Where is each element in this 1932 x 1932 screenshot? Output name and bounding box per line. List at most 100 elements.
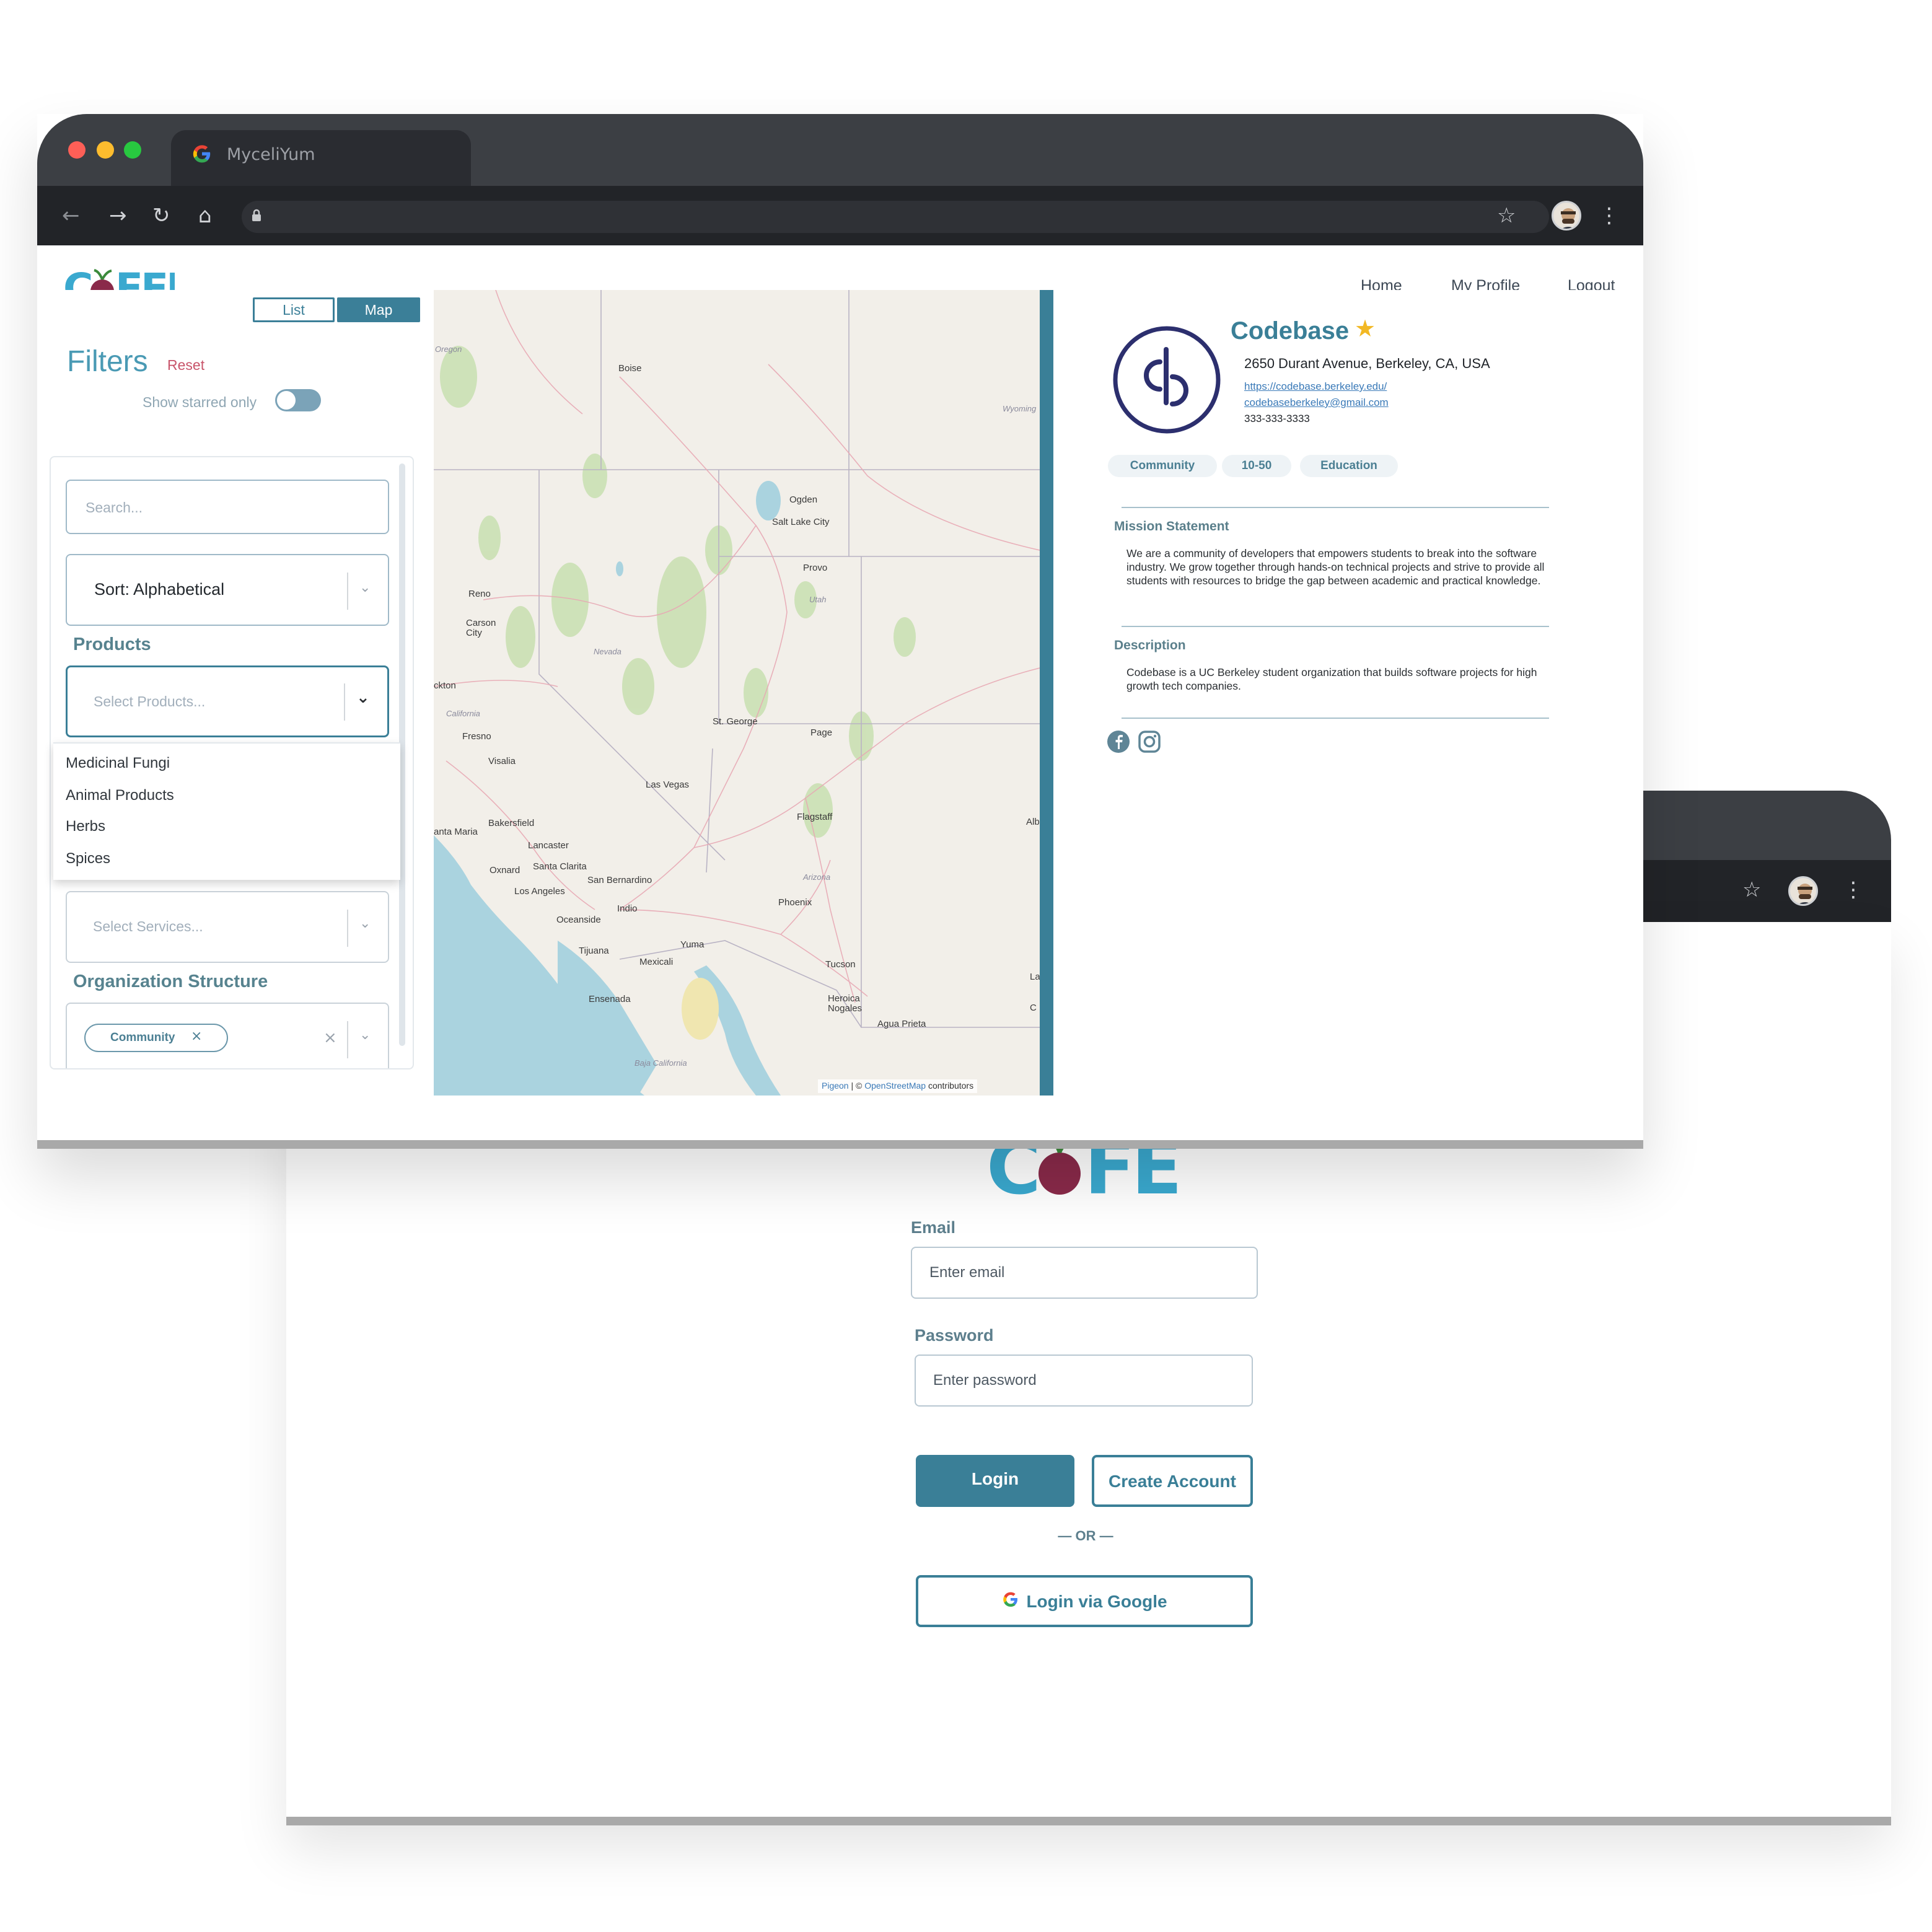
reload-icon[interactable]: ↻ [152, 203, 170, 228]
map-state-label: Arizona [803, 872, 831, 882]
forward-arrow-icon[interactable]: → [109, 203, 127, 228]
close-window-icon[interactable] [68, 141, 86, 159]
instagram-icon[interactable] [1138, 730, 1161, 756]
or-divider: — OR — [1058, 1528, 1113, 1543]
org-structure-select[interactable]: Community × × ⌄ [66, 1003, 389, 1068]
organization-email-link[interactable]: codebaseberkeley@gmail.com [1244, 397, 1389, 409]
google-login-button[interactable]: Login via Google [916, 1575, 1253, 1627]
browser-toolbar: ← → ↻ ⌂ ☆ ⋮ [37, 186, 1643, 245]
map-city-label: Salt Lake City [772, 517, 830, 527]
reset-filters-link[interactable]: Reset [167, 357, 204, 374]
filters-title: Filters [67, 345, 148, 378]
profile-avatar[interactable] [1788, 876, 1818, 906]
map-city-label: Indio [617, 903, 638, 914]
dropdown-option[interactable]: Herbs [66, 818, 105, 835]
browser-menu-icon[interactable]: ⋮ [1599, 203, 1620, 228]
tag-badge: 10-50 [1222, 455, 1291, 477]
sort-select[interactable]: Sort: Alphabetical ⌄ [66, 554, 389, 626]
select-separator [344, 683, 345, 721]
address-bar[interactable] [242, 201, 1549, 233]
products-dropdown-menu: Medicinal Fungi Animal Products Herbs Sp… [53, 742, 400, 880]
organization-website-link[interactable]: https://codebase.berkeley.edu/ [1244, 380, 1387, 393]
back-arrow-icon[interactable]: ← [62, 203, 80, 228]
map-city-label: Tucson [825, 959, 856, 970]
products-select[interactable]: Select Products... ⌄ [66, 665, 389, 737]
window-bottom-edge [37, 1140, 1643, 1149]
map-view-toggle[interactable]: Map [337, 297, 420, 322]
map-state-label: Nevada [594, 647, 621, 656]
create-account-button[interactable]: Create Account [1092, 1455, 1253, 1507]
google-icon [1001, 1579, 1020, 1627]
org-structure-chip[interactable]: Community × [84, 1024, 228, 1052]
tag-badge: Community [1108, 455, 1217, 477]
bookmark-star-icon[interactable]: ☆ [1742, 877, 1761, 902]
map-city-label: Mexicali [639, 957, 674, 967]
map-city-label: Agua Prieta [877, 1019, 926, 1029]
browser-tab[interactable] [171, 130, 471, 186]
map-city-label: C [1030, 1003, 1037, 1013]
starred-toggle-label: Show starred only [143, 394, 257, 410]
organization-phone: 333-333-3333 [1244, 413, 1310, 424]
password-label: Password [915, 1326, 994, 1345]
chip-label: Community [110, 1031, 175, 1044]
login-button[interactable]: Login [916, 1455, 1074, 1507]
map-city-label: Phoenix [778, 897, 812, 908]
map-city-label: San Bernardino [587, 875, 652, 885]
map-city-label: Boise [618, 363, 642, 374]
mission-text: We are a community of developers that em… [1126, 547, 1545, 587]
password-field[interactable]: Enter password [915, 1355, 1253, 1407]
starred-only-switch[interactable] [275, 389, 321, 411]
search-placeholder: Search... [86, 499, 143, 516]
divider [1122, 507, 1549, 508]
products-placeholder: Select Products... [94, 693, 206, 709]
map-page: C FED Home My Profile Logout List Map Fi… [37, 245, 1643, 1140]
map-city-label: La [1030, 972, 1040, 982]
detail-panel-edge[interactable] [1040, 290, 1053, 1096]
sort-value: Sort: Alphabetical [94, 580, 225, 599]
attribution-separator: | © [848, 1081, 865, 1091]
chevron-down-icon: ⌄ [359, 916, 371, 931]
chip-remove-icon[interactable]: × [191, 1029, 202, 1044]
list-view-toggle[interactable]: List [253, 297, 335, 322]
organization-detail-panel: Codebase ★ 2650 Durant Avenue, Berkeley,… [1053, 290, 1643, 1096]
bookmark-star-icon[interactable]: ☆ [1497, 203, 1516, 228]
main-browser-window: MyceliYum ← → ↻ ⌂ ☆ ⋮ C FED [37, 114, 1643, 1149]
mission-heading: Mission Statement [1114, 519, 1229, 533]
map-state-label: California [446, 709, 480, 718]
switch-knob [277, 391, 296, 410]
starred-icon[interactable]: ★ [1355, 315, 1376, 342]
tag-badge: Education [1300, 455, 1398, 477]
map-view[interactable]: Boise Ogden Salt Lake City Provo Reno Ca… [434, 290, 1040, 1096]
tab-title: MyceliYum [227, 145, 315, 164]
map-city-label: Santa Clarita [533, 861, 587, 872]
organization-logo [1112, 325, 1222, 435]
map-city-label: Carson City [466, 618, 496, 638]
map-city-label: Ensenada [589, 994, 631, 1004]
dropdown-option[interactable]: Spices [66, 850, 110, 867]
home-icon[interactable]: ⌂ [198, 203, 212, 228]
filters-sidebar: List Map Filters Reset Show starred only… [37, 290, 435, 1096]
map-city-label: St. George [713, 716, 758, 727]
map-city-label: Lancaster [528, 840, 569, 851]
attribution-link[interactable]: OpenStreetMap [864, 1081, 926, 1091]
facebook-icon[interactable] [1107, 730, 1130, 756]
browser-menu-icon[interactable]: ⋮ [1843, 877, 1864, 902]
minimize-window-icon[interactable] [97, 141, 114, 159]
clear-selection-icon[interactable]: × [323, 1029, 337, 1047]
map-city-label: Las Vegas [646, 779, 690, 790]
description-text: Codebase is a UC Berkeley student organi… [1126, 666, 1537, 692]
app-header: C FED Home My Profile Logout [37, 245, 1643, 312]
attribution-link[interactable]: Pigeon [822, 1081, 849, 1091]
services-select[interactable]: Select Services... ⌄ [66, 891, 389, 963]
description-heading: Description [1114, 638, 1186, 652]
maximize-window-icon[interactable] [124, 141, 141, 159]
search-input[interactable]: Search... [66, 480, 389, 534]
map-city-label: Fresno [462, 731, 491, 742]
profile-avatar[interactable] [1552, 201, 1581, 231]
dropdown-option[interactable]: Medicinal Fungi [66, 755, 170, 772]
organization-name: Codebase [1231, 317, 1350, 345]
email-field[interactable]: Enter email [911, 1247, 1258, 1299]
map-city-label: Los Angeles [514, 886, 565, 897]
dropdown-option[interactable]: Animal Products [66, 787, 174, 804]
map-city-label: Bakersfield [488, 818, 535, 828]
